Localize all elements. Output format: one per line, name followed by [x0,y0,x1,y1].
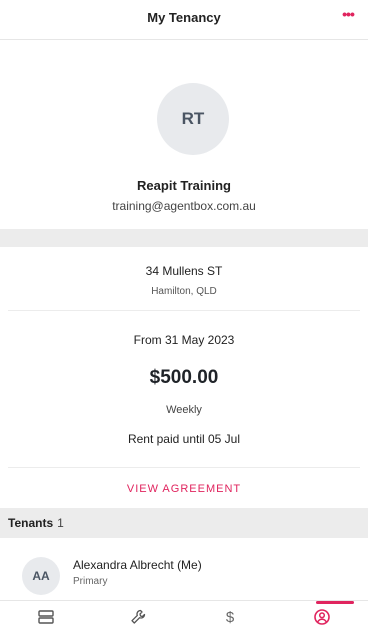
section-separator [0,229,368,247]
rent-frequency: Weekly [166,404,202,416]
property-street: 34 Mullens ST [145,264,223,278]
more-options-icon[interactable]: ••• [336,4,360,28]
divider [8,467,360,468]
app-header: My Tenancy ••• [0,0,368,40]
page-title: My Tenancy [147,10,221,25]
view-agreement-button[interactable]: VIEW AGREEMENT [0,483,368,495]
profile-email: training@agentbox.com.au [112,199,256,213]
list-icon [38,609,54,624]
tab-profile[interactable] [276,601,368,631]
divider [8,310,360,311]
profile-icon [314,608,330,625]
profile-name: Reapit Training [137,178,231,193]
tab-listings[interactable] [0,601,92,631]
tenant-list-item[interactable]: AA Alexandra Albrecht (Me) Primary [0,538,368,600]
tab-maintenance[interactable] [92,601,184,631]
wrench-icon [131,609,146,624]
tenants-section-header: Tenants 1 [0,508,368,538]
tab-payments[interactable]: $ [184,601,276,631]
svg-text:$: $ [226,609,235,626]
tenants-count: 1 [57,516,64,530]
profile-avatar: RT [157,83,229,155]
tenant-name: Alexandra Albrecht (Me) [73,558,202,572]
rent-paid-until: Rent paid until 05 Jul [127,432,241,446]
rent-amount: $500.00 [149,367,219,388]
property-suburb: Hamilton, QLD [151,286,217,297]
dollar-icon: $ [226,609,235,626]
tenant-avatar: AA [22,557,60,595]
bottom-navigation: $ [0,600,368,631]
tenancy-start-date: From 31 May 2023 [133,333,235,347]
tenants-label: Tenants [8,516,54,530]
tenant-role: Primary [73,576,108,587]
